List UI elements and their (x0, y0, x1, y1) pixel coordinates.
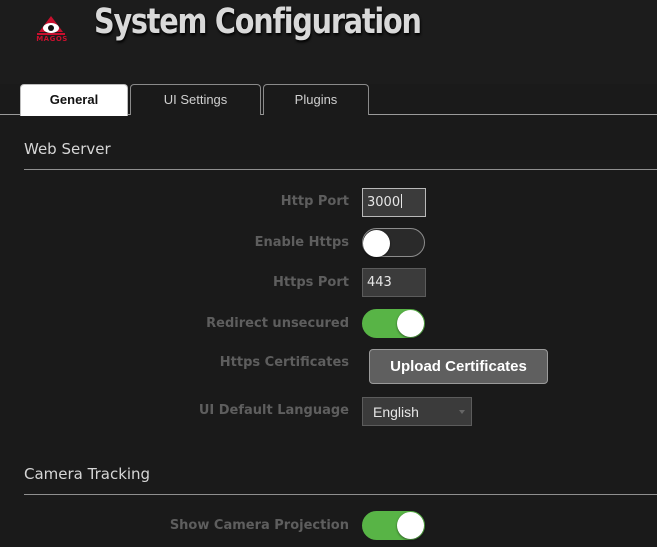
page-title: System Configuration (94, 2, 422, 42)
enable-https-label: Enable Https (254, 235, 349, 250)
http-port-input[interactable]: 3000 (362, 188, 426, 217)
toggle-knob (363, 230, 390, 257)
divider (24, 494, 657, 495)
divider (24, 169, 657, 170)
http-port-label: Http Port (280, 194, 349, 209)
https-port-input[interactable]: 443 (362, 268, 426, 297)
section-title-web-server: Web Server (24, 140, 111, 158)
enable-https-toggle[interactable] (362, 228, 425, 257)
redirect-unsecured-toggle[interactable] (362, 309, 425, 338)
tab-plugins[interactable]: Plugins (263, 84, 369, 115)
show-camera-projection-toggle[interactable] (362, 511, 425, 540)
tab-general[interactable]: General (20, 84, 128, 116)
section-title-camera-tracking: Camera Tracking (24, 465, 151, 483)
upload-certificates-button[interactable]: Upload Certificates (369, 349, 548, 384)
chevron-down-icon (459, 410, 465, 414)
ui-default-language-select[interactable]: English (362, 397, 472, 426)
logo-text: MAGOS (36, 35, 68, 43)
tab-ui-settings[interactable]: UI Settings (130, 84, 261, 115)
redirect-unsecured-label: Redirect unsecured (206, 316, 349, 331)
ui-default-language-label: UI Default Language (198, 403, 349, 418)
toggle-knob (397, 310, 424, 337)
https-certificates-label: Https Certificates (219, 355, 349, 370)
app-header: MAGOS System Configuration (0, 0, 657, 84)
toggle-knob (397, 512, 424, 539)
https-port-label: Https Port (273, 275, 349, 290)
show-camera-projection-label: Show Camera Projection (169, 518, 349, 533)
tab-bar: General UI Settings Plugins (0, 84, 657, 116)
